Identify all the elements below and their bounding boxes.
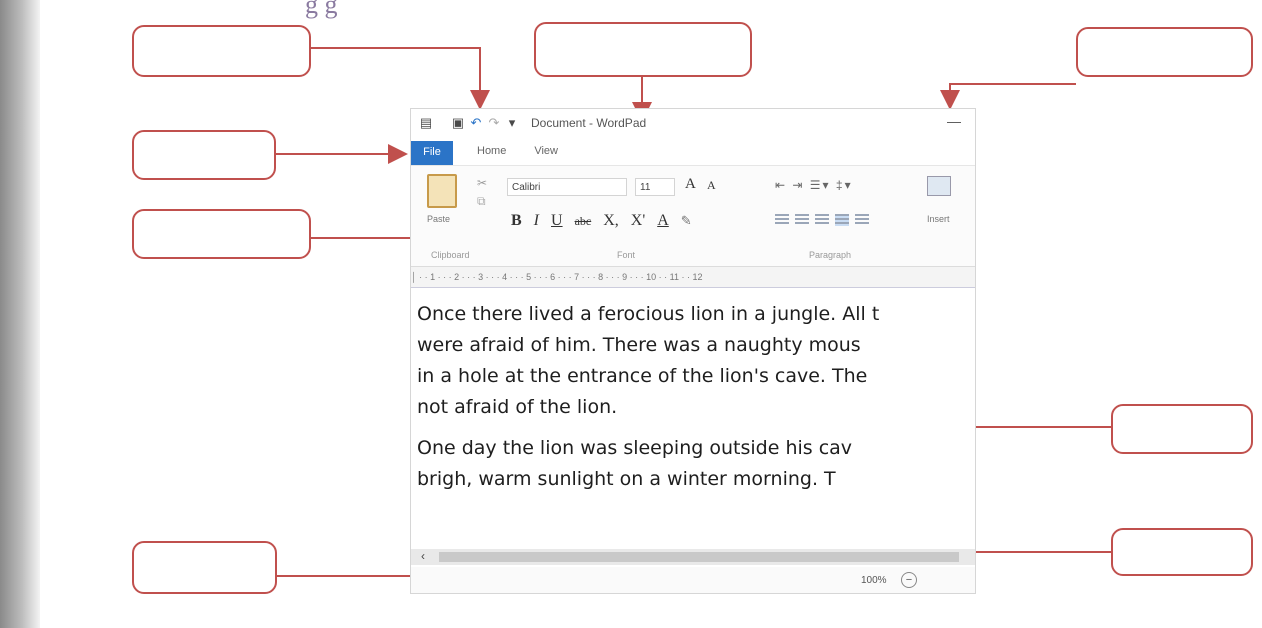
- font-size-select[interactable]: 11: [635, 178, 675, 196]
- copy-icon[interactable]: ⧉: [477, 194, 486, 209]
- chevron-left-icon[interactable]: ‹: [421, 549, 425, 563]
- arrow-window-controls: [940, 83, 1076, 110]
- align-left-button[interactable]: [775, 214, 789, 226]
- ribbon-tabs: File Home View: [411, 141, 975, 165]
- font-family-select[interactable]: Calibri: [507, 178, 627, 196]
- paragraph-button[interactable]: [855, 214, 869, 226]
- highlight-button[interactable]: ✎: [681, 213, 692, 229]
- justify-button[interactable]: [835, 214, 849, 226]
- tab-home[interactable]: Home: [463, 141, 520, 165]
- callout-ribbon: [132, 209, 311, 259]
- save-icon[interactable]: ▣: [449, 115, 467, 131]
- alignment-buttons: [775, 214, 869, 226]
- ruler[interactable]: │ · · 1 · · · 2 · · · 3 · · · 4 · · · 5 …: [411, 267, 975, 288]
- strikethrough-button[interactable]: abc: [575, 214, 592, 229]
- redo-icon[interactable]: ↷: [485, 115, 503, 131]
- zoom-out-icon[interactable]: −: [901, 572, 917, 588]
- bold-button[interactable]: B: [511, 212, 522, 230]
- text-line: Once there lived a ferocious lion in a j…: [417, 303, 880, 325]
- callout-document-area: [1111, 404, 1253, 454]
- paste-icon[interactable]: [427, 174, 457, 208]
- customize-dropdown-icon[interactable]: ▾: [503, 115, 521, 131]
- document-paragraph-1: Once there lived a ferocious lion in a j…: [417, 299, 975, 423]
- undo-icon[interactable]: ↶: [467, 115, 485, 131]
- cut-icon[interactable]: ✂: [477, 176, 487, 190]
- insert-picture-icon[interactable]: [927, 176, 951, 196]
- arrow-quick-access: [311, 47, 490, 110]
- list-indent-buttons[interactable]: ⇤ ⇥ ☰▾ ‡▾: [775, 178, 853, 192]
- ribbon: Paste ✂ ⧉ Calibri 11 A A B I U abc X, X'…: [411, 165, 975, 267]
- horizontal-scrollbar[interactable]: ‹: [411, 549, 975, 565]
- group-label-clipboard: Clipboard: [431, 250, 470, 260]
- text-line: One day the lion was sleeping outside hi…: [417, 437, 853, 459]
- text-line: were afraid of him. There was a naughty …: [417, 334, 861, 356]
- paste-button-label[interactable]: Paste: [427, 214, 450, 224]
- underline-button[interactable]: U: [551, 212, 563, 230]
- wordpad-window: ▤ ▣ ↶ ↷ ▾ Document - WordPad — File Home…: [410, 108, 976, 594]
- status-bar: 100% −: [411, 567, 975, 593]
- tab-file[interactable]: File: [411, 141, 453, 165]
- text-line: brigh, warm sunlight on a winter morning…: [417, 468, 836, 490]
- superscript-button[interactable]: X': [631, 212, 645, 230]
- insert-button-label[interactable]: Insert: [927, 214, 950, 224]
- text-color-button[interactable]: A: [657, 212, 669, 230]
- italic-button[interactable]: I: [534, 212, 539, 230]
- document-area[interactable]: Once there lived a ferocious lion in a j…: [417, 299, 975, 495]
- window-title: Document - WordPad: [531, 116, 647, 130]
- scrollbar-thumb[interactable]: [439, 552, 959, 562]
- document-paragraph-2: One day the lion was sleeping outside hi…: [417, 433, 975, 495]
- callout-file-tab: [132, 130, 276, 180]
- app-icon[interactable]: ▤: [417, 115, 435, 131]
- subscript-button[interactable]: X,: [603, 212, 619, 230]
- grow-font-button[interactable]: A: [685, 176, 696, 193]
- callout-scroll-bar: [1111, 528, 1253, 576]
- callout-status-bar: [132, 541, 277, 594]
- zoom-level: 100%: [861, 575, 887, 586]
- callout-quick-access-toolbar: [132, 25, 311, 77]
- font-format-buttons: B I U abc X, X' A ✎: [511, 212, 692, 230]
- align-center-button[interactable]: [795, 214, 809, 226]
- title-bar: ▤ ▣ ↶ ↷ ▾ Document - WordPad —: [411, 109, 975, 137]
- tab-view[interactable]: View: [520, 141, 572, 165]
- callout-title-bar: [534, 22, 752, 77]
- group-label-paragraph: Paragraph: [809, 250, 852, 260]
- group-label-font: Font: [617, 250, 636, 260]
- text-line: not afraid of the lion.: [417, 396, 618, 418]
- callout-window-controls: [1076, 27, 1253, 77]
- shrink-font-button[interactable]: A: [707, 178, 716, 193]
- text-line: in a hole at the entrance of the lion's …: [417, 365, 868, 387]
- minimize-icon[interactable]: —: [947, 113, 961, 129]
- align-right-button[interactable]: [815, 214, 829, 226]
